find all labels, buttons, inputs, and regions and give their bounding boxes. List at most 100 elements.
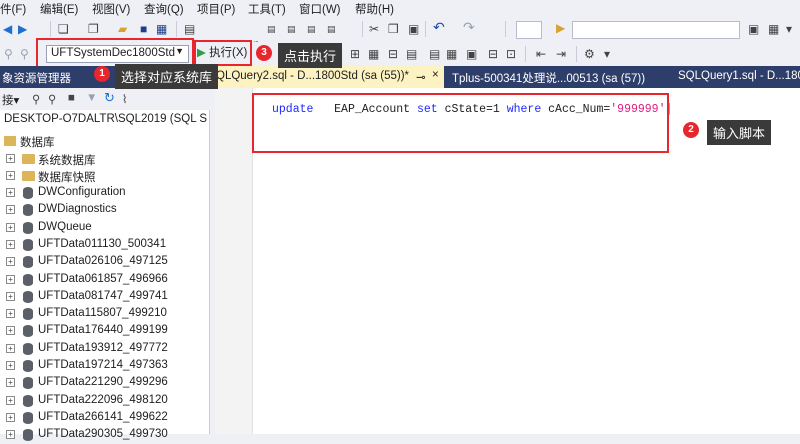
undo-icon[interactable]: ↶ — [433, 20, 445, 34]
expand-icon[interactable]: + — [6, 430, 15, 440]
expand-icon[interactable]: + — [6, 291, 15, 301]
properties-icon[interactable]: ▣ — [748, 22, 759, 36]
query-options-icon[interactable]: ▤ — [406, 47, 417, 61]
refresh-icon[interactable]: ↻ — [104, 90, 115, 106]
expand-icon[interactable]: + — [6, 326, 15, 336]
expand-icon[interactable]: + — [6, 378, 15, 388]
add-item-icon[interactable]: ❐ — [88, 22, 99, 36]
specify-values-icon[interactable]: ⚙ — [584, 47, 595, 61]
mdx-icon[interactable]: ▤ — [267, 22, 276, 36]
tree-node-database[interactable]: + DWQueue — [0, 220, 210, 237]
results-file-icon[interactable]: ▣ — [466, 47, 477, 61]
expand-icon[interactable]: + — [6, 188, 15, 197]
find-input[interactable] — [572, 21, 740, 39]
tree-node-database[interactable]: + UFTData222096_498120 — [0, 393, 210, 410]
connect-icon[interactable]: ⚲ — [32, 92, 40, 106]
menu-project[interactable]: 项目(P) — [197, 1, 235, 17]
tree-node-database[interactable]: + UFTData011130_500341 — [0, 237, 210, 254]
dmx-icon[interactable]: ▤ — [287, 22, 296, 36]
xmla-icon[interactable]: ▤ — [307, 22, 316, 36]
comment-icon[interactable]: ⊟ — [488, 47, 498, 61]
tree-node-database[interactable]: + UFTData197214_497363 — [0, 358, 210, 375]
forward-icon[interactable]: ▶ — [18, 22, 27, 36]
change-connection-icon[interactable]: ⚲ — [20, 47, 29, 61]
menu-edit[interactable]: 编辑(E) — [40, 1, 78, 17]
solution-config-dropdown[interactable] — [516, 21, 542, 39]
editor-gutter: ▏ — [215, 88, 259, 434]
connect-icon[interactable]: ⚲ — [4, 47, 13, 61]
menu-file[interactable]: 件(F) — [0, 1, 26, 17]
parse-icon[interactable]: ⊞ — [350, 47, 360, 61]
expand-icon[interactable]: + — [6, 205, 15, 215]
tree-node-database[interactable]: + UFTData266141_499622 — [0, 410, 210, 427]
uncomment-icon[interactable]: ⊡ — [506, 47, 516, 61]
copy-icon[interactable]: ❒ — [388, 22, 399, 36]
expand-icon[interactable]: + — [6, 395, 15, 405]
overflow-icon[interactable]: ▾ — [786, 22, 792, 36]
cancel-icon[interactable]: ▦ — [368, 47, 379, 61]
tree-node-database[interactable]: + UFTData290305_499730 — [0, 427, 210, 444]
indent-icon[interactable]: ⇤ — [536, 47, 546, 61]
expand-icon[interactable]: + — [6, 154, 15, 163]
save-icon[interactable]: ■ — [140, 22, 147, 36]
expand-icon[interactable]: + — [6, 309, 15, 319]
expand-icon[interactable]: + — [6, 222, 15, 232]
save-all-icon[interactable]: ▦ — [156, 22, 167, 36]
menu-view[interactable]: 视图(V) — [92, 1, 130, 17]
tree-node-database[interactable]: + UFTData081747_499741 — [0, 289, 210, 306]
open-file-icon[interactable]: ▰ — [118, 22, 127, 36]
pin-icon[interactable]: ⊸ — [416, 70, 426, 84]
database-name: UFTData266141_499622 — [38, 410, 168, 423]
tree-node-system-databases[interactable]: + 系统数据库 — [0, 151, 210, 168]
tree-node-database[interactable]: + UFTData193912_497772 — [0, 341, 210, 358]
back-icon[interactable]: ◀ — [3, 22, 12, 36]
disconnect-icon[interactable]: ⚲ — [48, 92, 56, 106]
expand-icon[interactable]: + — [6, 171, 15, 180]
menu-window[interactable]: 窗口(W) — [299, 1, 341, 17]
server-node[interactable]: DESKTOP-O7DALTR\SQL2019 (SQL S — [0, 113, 210, 131]
step1-callout: 选择对应系统库 — [115, 64, 219, 89]
database-name: UFTData176440_499199 — [38, 324, 168, 337]
expand-icon[interactable]: + — [6, 412, 15, 422]
tab-sqlquery2[interactable]: QLQuery2.sql - D...1800Std (sa (55))* ⊸ … — [212, 66, 444, 88]
tree-node-database[interactable]: + UFTData176440_499199 — [0, 323, 210, 340]
menu-help[interactable]: 帮助(H) — [355, 1, 394, 17]
close-icon[interactable]: × — [432, 69, 439, 81]
expand-icon[interactable]: + — [6, 274, 15, 284]
redo-icon[interactable]: ↷ — [463, 20, 475, 34]
expand-icon[interactable]: + — [6, 361, 15, 370]
expand-icon[interactable]: + — [6, 239, 15, 249]
filter-icon[interactable]: ▼ — [86, 92, 97, 104]
toolbar-overflow-icon[interactable]: ▾ — [604, 47, 610, 61]
tree-node-database[interactable]: + DWConfiguration — [0, 185, 210, 202]
paste-icon[interactable]: ▣ — [408, 22, 419, 36]
tab-sqlquery1[interactable]: SQLQuery1.sql - D...1800 — [678, 66, 800, 88]
results-grid-icon[interactable]: ▦ — [446, 47, 457, 61]
toolbox-icon[interactable]: ▦ — [768, 22, 779, 36]
new-project-icon[interactable]: ❑ — [58, 22, 69, 36]
tree-node-snapshots[interactable]: + 数据库快照 — [0, 168, 210, 185]
dax-icon[interactable]: ▤ — [327, 22, 336, 36]
connect-dropdown[interactable]: 接▾ — [2, 92, 19, 108]
tree-node-database[interactable]: + UFTData221290_499296 — [0, 375, 210, 392]
menu-tools[interactable]: 工具(T) — [248, 1, 286, 17]
cut-icon[interactable]: ✂ — [369, 22, 379, 36]
tree-node-database[interactable]: + UFTData026106_497125 — [0, 254, 210, 271]
menu-query[interactable]: 查询(Q) — [144, 1, 184, 17]
activity-monitor-icon[interactable]: ⌇ — [122, 92, 128, 106]
database-icon — [23, 411, 33, 424]
expand-icon[interactable]: + — [6, 257, 15, 267]
new-query-icon[interactable]: ▤ — [184, 22, 195, 36]
tree-node-database[interactable]: + UFTData115807_499210 — [0, 306, 210, 323]
estimated-plan-icon[interactable]: ⊟ — [388, 47, 398, 61]
outdent-icon[interactable]: ⇥ — [556, 47, 566, 61]
tree-node-database[interactable]: + DWDiagnostics — [0, 202, 210, 219]
results-text-icon[interactable]: ▤ — [429, 47, 440, 61]
database-icon — [23, 308, 33, 321]
stop-icon[interactable]: ■ — [68, 92, 75, 104]
find-icon[interactable]: ▶ — [556, 21, 565, 35]
tree-node-databases[interactable]: 数据库 — [0, 133, 210, 150]
tab-tplus-script[interactable]: Tplus-500341处理说...00513 (sa (57)) — [452, 66, 666, 88]
expand-icon[interactable]: + — [6, 343, 15, 353]
tree-node-database[interactable]: + UFTData061857_496966 — [0, 272, 210, 289]
